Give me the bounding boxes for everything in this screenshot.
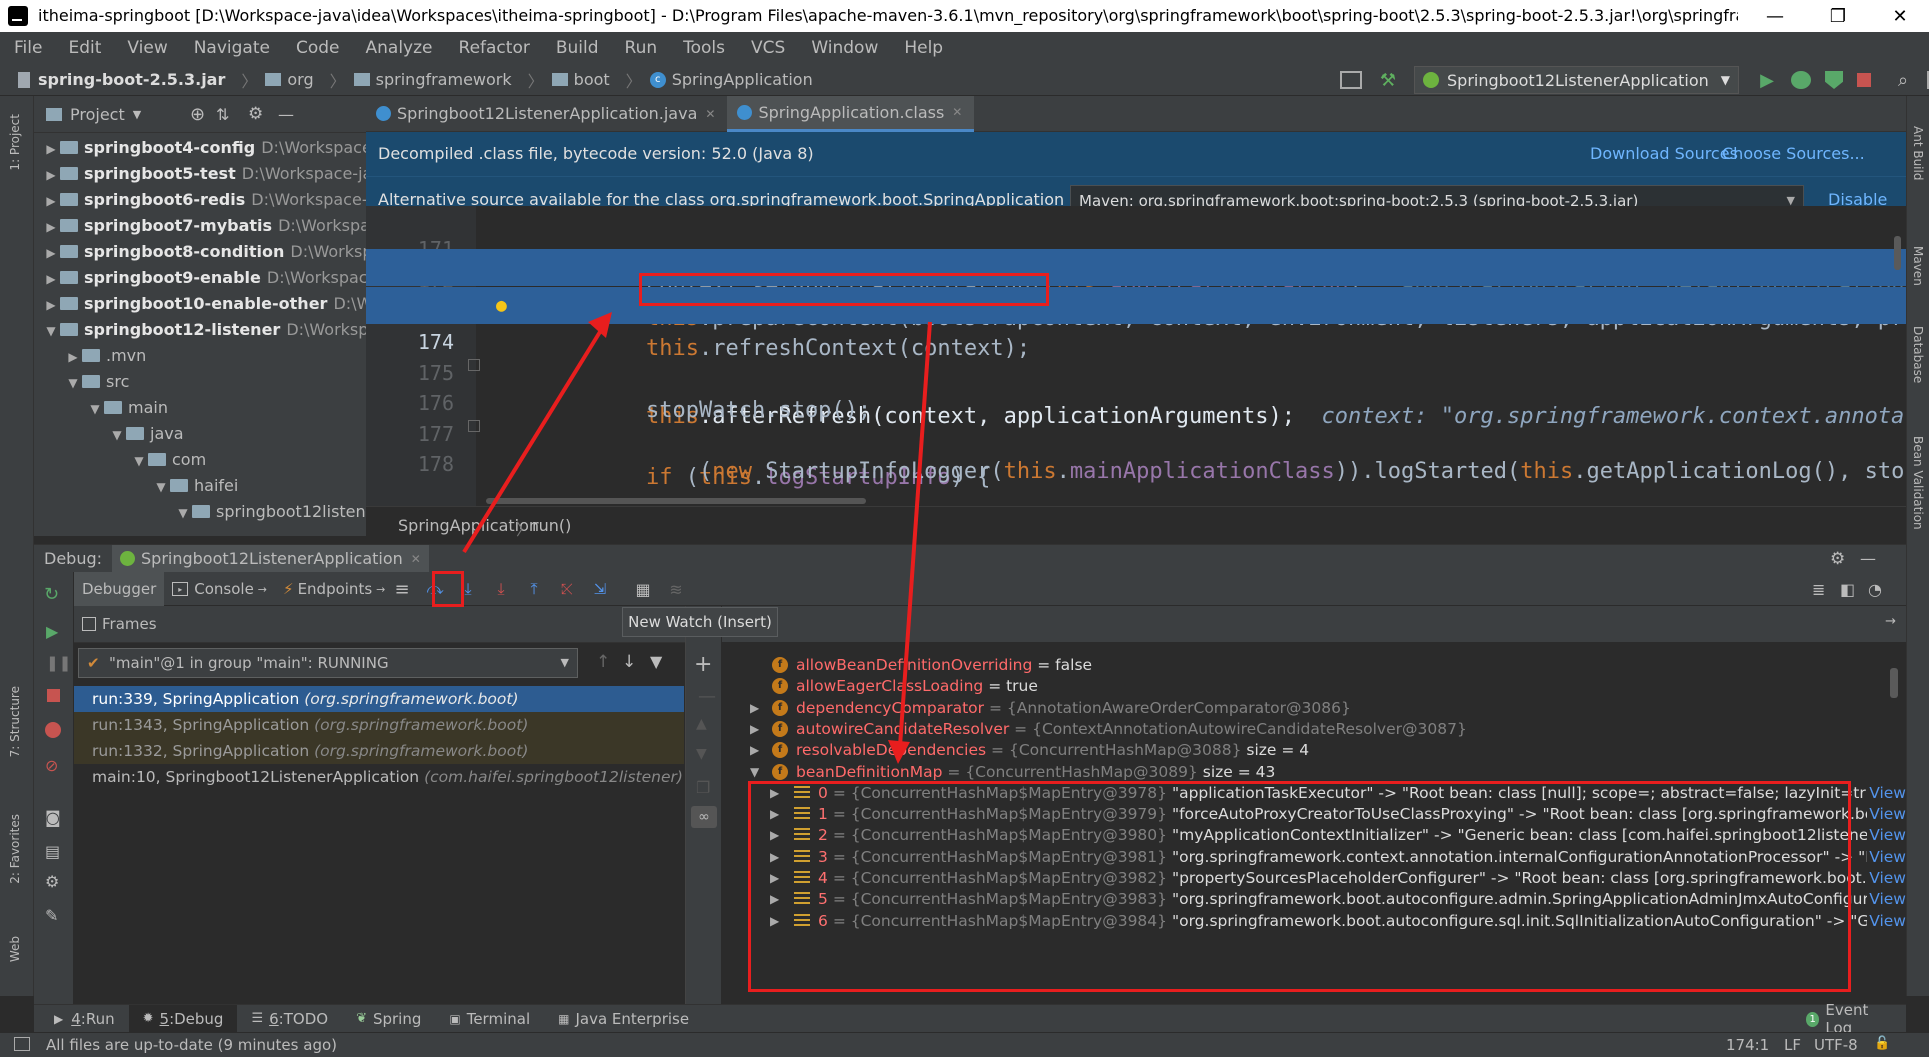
annotation-arrows [462,312,932,764]
annotation-arrow-bean-map [898,321,932,747]
annotation-arrow-step-over [462,325,605,554]
annotation-arrowhead-bean-map [888,740,910,764]
